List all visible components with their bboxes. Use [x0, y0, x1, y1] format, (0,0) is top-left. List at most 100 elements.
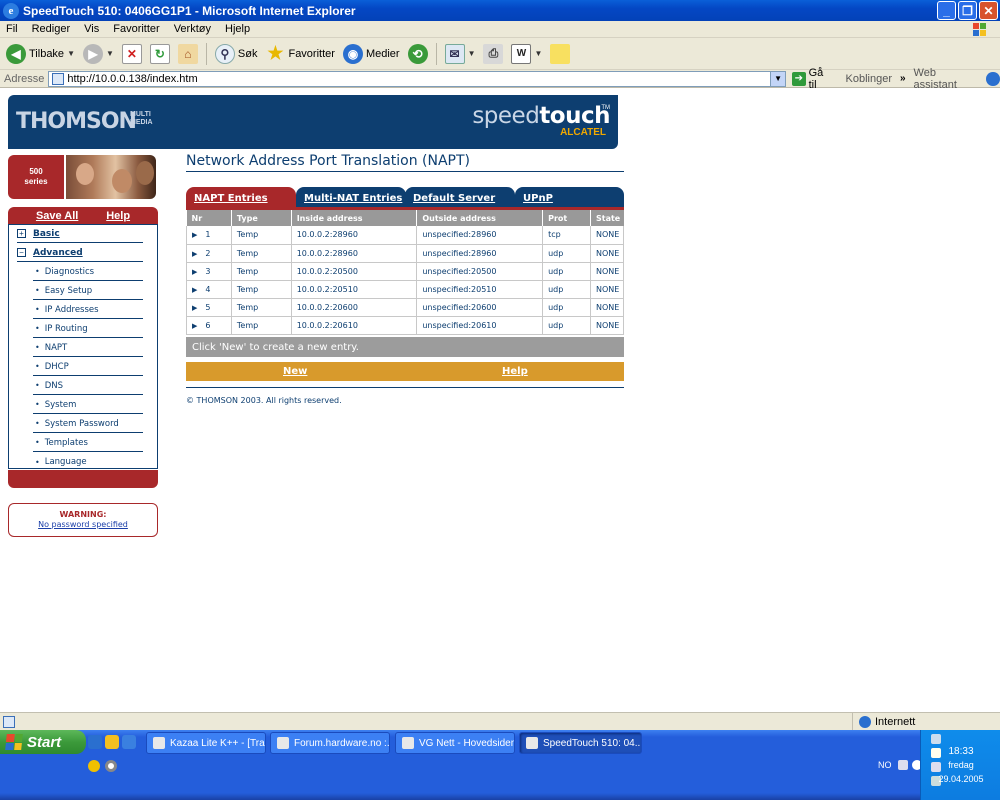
- quicklaunch-ie-icon[interactable]: [88, 735, 102, 749]
- expand-icon[interactable]: +: [17, 229, 26, 238]
- web-assistant-button[interactable]: Web assistant: [914, 67, 981, 91]
- sidebar-item-templates[interactable]: • Templates: [33, 434, 143, 452]
- cell-value: tcp: [542, 226, 591, 245]
- task-vg-nett[interactable]: VG Nett - Hovedsiden...: [395, 732, 515, 754]
- search-label: Søk: [237, 47, 258, 60]
- media-button[interactable]: ◉ Medier: [342, 43, 400, 64]
- no-password-link[interactable]: No password specified: [9, 520, 157, 530]
- table-row[interactable]: ▶ 4 Temp 10.0.0.2:20510 unspecified:20510 udp…: [186, 280, 625, 299]
- sidebar-item-label: System Password: [44, 418, 119, 429]
- collapse-icon[interactable]: −: [17, 248, 26, 257]
- table-row[interactable]: ▶ 1 Temp 10.0.0.2:28960 unspecified:28960 tcp…: [186, 226, 625, 245]
- speed-text: speed: [472, 103, 540, 129]
- table-row[interactable]: ▶ 3 Temp 10.0.0.2:20500 unspecified:20500 udp…: [186, 262, 625, 281]
- media-player-icon[interactable]: [105, 760, 117, 772]
- start-button[interactable]: Start: [0, 730, 86, 754]
- sidebar-item-dhcp[interactable]: • DHCP: [33, 358, 143, 376]
- refresh-button[interactable]: ↻: [149, 43, 170, 64]
- sidebar-item-language[interactable]: • Language: [33, 453, 143, 471]
- menu-file[interactable]: Fil: [6, 23, 18, 35]
- mail-dropdown-icon[interactable]: ▼: [468, 49, 476, 58]
- history-button[interactable]: ⟲: [407, 43, 428, 64]
- address-input[interactable]: http://10.0.0.138/index.htm ▼: [48, 70, 787, 87]
- row-arrow-icon[interactable]: ▶: [192, 304, 197, 312]
- network-tray-icon[interactable]: [898, 760, 908, 770]
- address-url[interactable]: http://10.0.0.138/index.htm: [67, 73, 197, 85]
- table-row[interactable]: ▶ 6 Temp 10.0.0.2:20610 unspecified:20610 udp…: [186, 316, 625, 335]
- home-button[interactable]: ⌂: [177, 43, 198, 64]
- sidebar-item-dns[interactable]: • DNS: [33, 377, 143, 395]
- tray-icon[interactable]: [931, 734, 941, 744]
- edit-dropdown-icon[interactable]: ▼: [534, 49, 542, 58]
- edit-button[interactable]: W ▼: [511, 43, 542, 64]
- globe-icon[interactable]: [986, 71, 1000, 86]
- links-button[interactable]: Koblinger: [846, 73, 892, 85]
- minimize-button[interactable]: _: [937, 1, 956, 20]
- help-link[interactable]: Help: [502, 366, 528, 377]
- menu-help[interactable]: Hjelp: [225, 23, 250, 35]
- sidebar-item-system-password[interactable]: • System Password: [33, 415, 143, 433]
- go-button[interactable]: ➔ Gå til: [792, 67, 833, 91]
- tab-napt-entries[interactable]: NAPT Entries: [186, 187, 296, 207]
- language-indicator[interactable]: NO: [878, 760, 892, 770]
- task-speedtouch[interactable]: SpeedTouch 510: 04...: [519, 732, 642, 754]
- sidebar-item-basic[interactable]: + Basic: [17, 225, 143, 243]
- row-arrow-icon[interactable]: ▶: [192, 268, 197, 276]
- save-all-link[interactable]: Save All: [36, 210, 78, 222]
- table-row[interactable]: ▶ 2 Temp 10.0.0.2:28960 unspecified:28960 udp…: [186, 244, 625, 263]
- search-button[interactable]: ⚲ Søk: [214, 43, 258, 64]
- cell-value: udp: [542, 298, 591, 317]
- tab-default-server[interactable]: Default Server: [405, 187, 515, 207]
- task-kazaa[interactable]: Kazaa Lite K++ - [Tra...: [146, 732, 266, 754]
- search-icon: ⚲: [214, 43, 235, 64]
- sidebar-item-advanced[interactable]: − Advanced: [17, 244, 143, 262]
- note-icon: [550, 43, 571, 64]
- tab-upnp[interactable]: UPnP: [515, 187, 624, 207]
- back-dropdown-icon[interactable]: ▼: [67, 49, 75, 58]
- menu-edit[interactable]: Rediger: [32, 23, 71, 35]
- cell-value: Temp: [231, 298, 292, 317]
- cell-value: 3: [205, 266, 211, 276]
- quicklaunch-outlook-icon[interactable]: [105, 735, 119, 749]
- row-arrow-icon[interactable]: ▶: [192, 231, 197, 239]
- table-row[interactable]: ▶ 5 Temp 10.0.0.2:20600 unspecified:20600 udp…: [186, 298, 625, 317]
- address-dropdown-icon[interactable]: ▼: [770, 71, 786, 86]
- clock-time[interactable]: 18:33: [921, 746, 1000, 757]
- messenger-button[interactable]: [550, 43, 571, 64]
- page-status-icon: [3, 715, 15, 728]
- winamp-icon[interactable]: [88, 760, 100, 772]
- sidebar-item-system[interactable]: • System: [33, 396, 143, 414]
- restore-button[interactable]: ❐: [958, 1, 977, 20]
- print-button[interactable]: ⎙: [483, 43, 504, 64]
- sidebar-item-diagnostics[interactable]: • Diagnostics: [33, 263, 143, 281]
- back-button[interactable]: ◀ Tilbake ▼: [6, 43, 75, 64]
- close-button[interactable]: ✕: [979, 1, 998, 20]
- sidebar-item-ip-routing[interactable]: • IP Routing: [33, 320, 143, 338]
- favorites-button[interactable]: ★ Favoritter: [265, 43, 335, 64]
- cell-nr: ▶ 6: [186, 316, 232, 335]
- forward-arrow-icon: ▶: [82, 43, 103, 64]
- tab-multi-nat-entries[interactable]: Multi-NAT Entries: [296, 187, 406, 207]
- sidebar-item-napt[interactable]: • NAPT: [33, 339, 143, 357]
- forward-button[interactable]: ▶ ▼: [82, 43, 114, 64]
- sidebar-item-easy-setup[interactable]: • Easy Setup: [33, 282, 143, 300]
- task-forum-hardware[interactable]: Forum.hardware.no :...: [270, 732, 390, 754]
- window-titlebar[interactable]: e SpeedTouch 510: 0406GG1P1 - Microsoft …: [0, 0, 1000, 21]
- table-header-row: Nr Type Inside address Outside address P…: [186, 210, 624, 226]
- thomson-logo: THOMSON: [16, 109, 137, 134]
- new-link[interactable]: New: [283, 366, 307, 377]
- sidebar-item-ip-addresses[interactable]: • IP Addresses: [33, 301, 143, 319]
- cell-value: udp: [542, 280, 591, 299]
- mail-button[interactable]: ✉ ▼: [444, 43, 476, 64]
- links-chevron-icon[interactable]: »: [900, 73, 906, 84]
- menu-tools[interactable]: Verktøy: [174, 23, 211, 35]
- menu-favorites[interactable]: Favoritter: [113, 23, 159, 35]
- sidebar-help-link[interactable]: Help: [106, 210, 130, 222]
- row-arrow-icon[interactable]: ▶: [192, 286, 197, 294]
- forward-dropdown-icon[interactable]: ▼: [106, 49, 114, 58]
- quicklaunch-desktop-icon[interactable]: [122, 735, 136, 749]
- row-arrow-icon[interactable]: ▶: [192, 322, 197, 330]
- row-arrow-icon[interactable]: ▶: [192, 250, 197, 258]
- stop-button[interactable]: ✕: [121, 43, 142, 64]
- menu-view[interactable]: Vis: [84, 23, 99, 35]
